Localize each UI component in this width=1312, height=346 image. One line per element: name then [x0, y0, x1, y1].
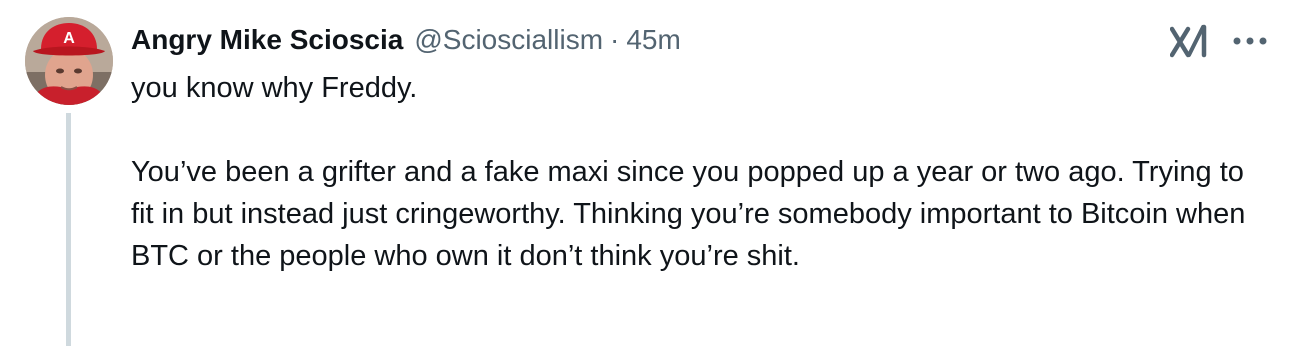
author-handle[interactable]: @Sciosciallism [414, 24, 603, 56]
thread-line [66, 113, 71, 346]
svg-text:A: A [63, 30, 75, 47]
tweet[interactable]: A Angry Mike Scioscia @Sciosciallism · 4… [0, 0, 1312, 346]
separator-dot: · [610, 24, 620, 55]
avatar[interactable]: A [25, 17, 113, 105]
more-icon[interactable] [1228, 26, 1272, 56]
avatar-photo-icon: A [25, 17, 113, 105]
author-display-name[interactable]: Angry Mike Scioscia [131, 24, 403, 56]
tweet-text: you know why Freddy. You’ve been a grift… [131, 72, 1246, 272]
tweet-header: Angry Mike Scioscia @Sciosciallism · 45m [131, 20, 681, 60]
timestamp[interactable]: 45m [626, 24, 680, 56]
grok-icon[interactable] [1170, 24, 1210, 60]
